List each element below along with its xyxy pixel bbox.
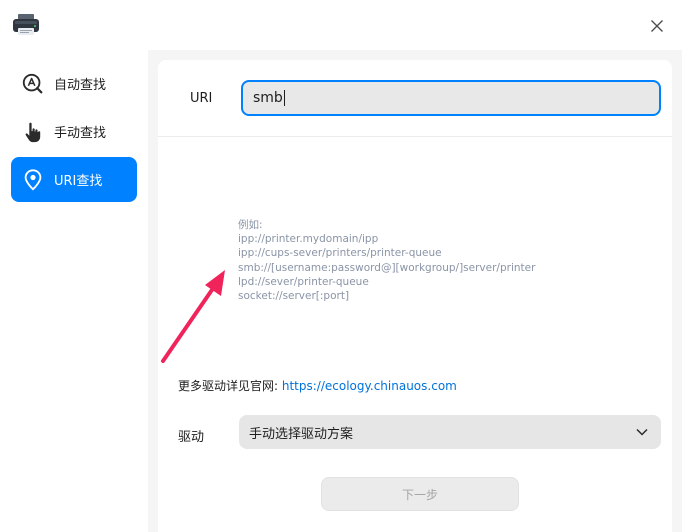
sidebar-item-manual-search[interactable]: 手动查找 [11, 109, 137, 154]
printer-icon [12, 13, 40, 37]
sidebar: 自动查找 手动查找 URI查找 [0, 50, 148, 532]
next-button[interactable]: 下一步 [321, 477, 519, 511]
more-drivers-row: 更多驱动详见官网: https://ecology.chinauos.com [178, 377, 457, 394]
driver-select-value: 手动选择驱动方案 [249, 426, 354, 442]
example-line: ipp://cups-sever/printers/printer-queue [238, 247, 442, 260]
auto-search-icon [20, 71, 46, 97]
hand-pointer-icon [20, 119, 46, 145]
add-printer-window: 自动查找 手动查找 URI查找 URI smb 例如: ipp://printe… [0, 0, 682, 532]
sidebar-item-auto-search[interactable]: 自动查找 [11, 61, 137, 106]
driver-label: 驱动 [178, 430, 205, 445]
uri-input[interactable]: smb [241, 80, 661, 116]
sidebar-item-label: URI查找 [54, 174, 103, 189]
location-pin-icon [20, 167, 46, 193]
more-drivers-text: 更多驱动详见官网: [178, 379, 279, 393]
uri-examples: 例如: ipp://printer.mydomain/ipp ipp://cup… [238, 218, 535, 303]
driver-website-link[interactable]: https://ecology.chinauos.com [282, 379, 457, 393]
sidebar-item-uri-search[interactable]: URI查找 [11, 157, 137, 202]
example-line: smb://[username:password@][workgroup/]se… [238, 261, 536, 274]
sidebar-item-label: 手动查找 [54, 126, 107, 141]
close-button[interactable] [645, 14, 669, 38]
uri-label: URI [190, 91, 213, 106]
uri-panel: URI smb 例如: ipp://printer.mydomain/ipp i… [158, 60, 672, 532]
uri-input-value: smb [253, 90, 283, 106]
example-line: ipp://printer.mydomain/ipp [238, 233, 379, 246]
titlebar [0, 0, 682, 50]
close-icon [651, 20, 663, 32]
chevron-down-icon [636, 428, 648, 436]
sidebar-item-label: 自动查找 [54, 78, 107, 93]
examples-heading: 例如: [238, 219, 263, 231]
text-caret [283, 90, 285, 106]
uri-row: URI smb [158, 60, 672, 137]
main-content: URI smb 例如: ipp://printer.mydomain/ipp i… [148, 50, 682, 532]
example-line: lpd://sever/printer-queue [238, 275, 369, 288]
driver-select[interactable]: 手动选择驱动方案 [239, 415, 661, 449]
example-line: socket://server[:port] [238, 290, 350, 303]
